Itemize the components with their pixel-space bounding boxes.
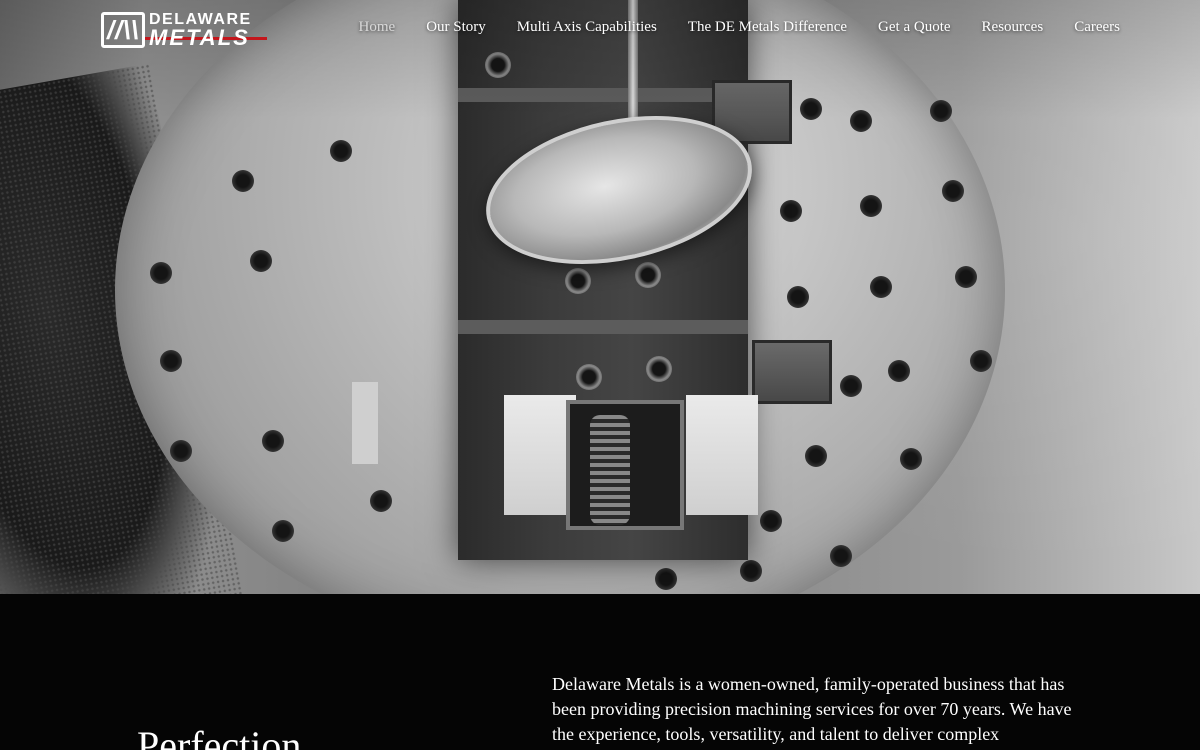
intro-heading: Perfection (137, 723, 302, 750)
intro-section: Perfection Delaware Metals is a women-ow… (0, 594, 1200, 750)
nav-item-home[interactable]: Home (359, 19, 396, 36)
delaware-metals-logo[interactable]: / / \ \ DELAWARE METALS (101, 12, 267, 50)
nav-item-multi-axis-capabilities[interactable]: Multi Axis Capabilities (517, 19, 657, 36)
nav-item-resources[interactable]: Resources (982, 19, 1044, 36)
logo-mark-icon: / / \ \ (101, 12, 145, 48)
nav-item-get-a-quote[interactable]: Get a Quote (878, 19, 950, 36)
logo-wordmark-bottom: METALS (149, 25, 250, 50)
nav-item-de-metals-difference[interactable]: The DE Metals Difference (688, 19, 847, 36)
nav-item-careers[interactable]: Careers (1074, 19, 1120, 36)
main-nav: Home Our Story Multi Axis Capabilities T… (328, 19, 1120, 36)
intro-paragraph: Delaware Metals is a women-owned, family… (552, 674, 1072, 744)
hero-image (0, 0, 1200, 594)
nav-item-our-story[interactable]: Our Story (426, 19, 486, 36)
site-header: / / \ \ DELAWARE METALS Home Our Story Mult… (0, 0, 1200, 60)
